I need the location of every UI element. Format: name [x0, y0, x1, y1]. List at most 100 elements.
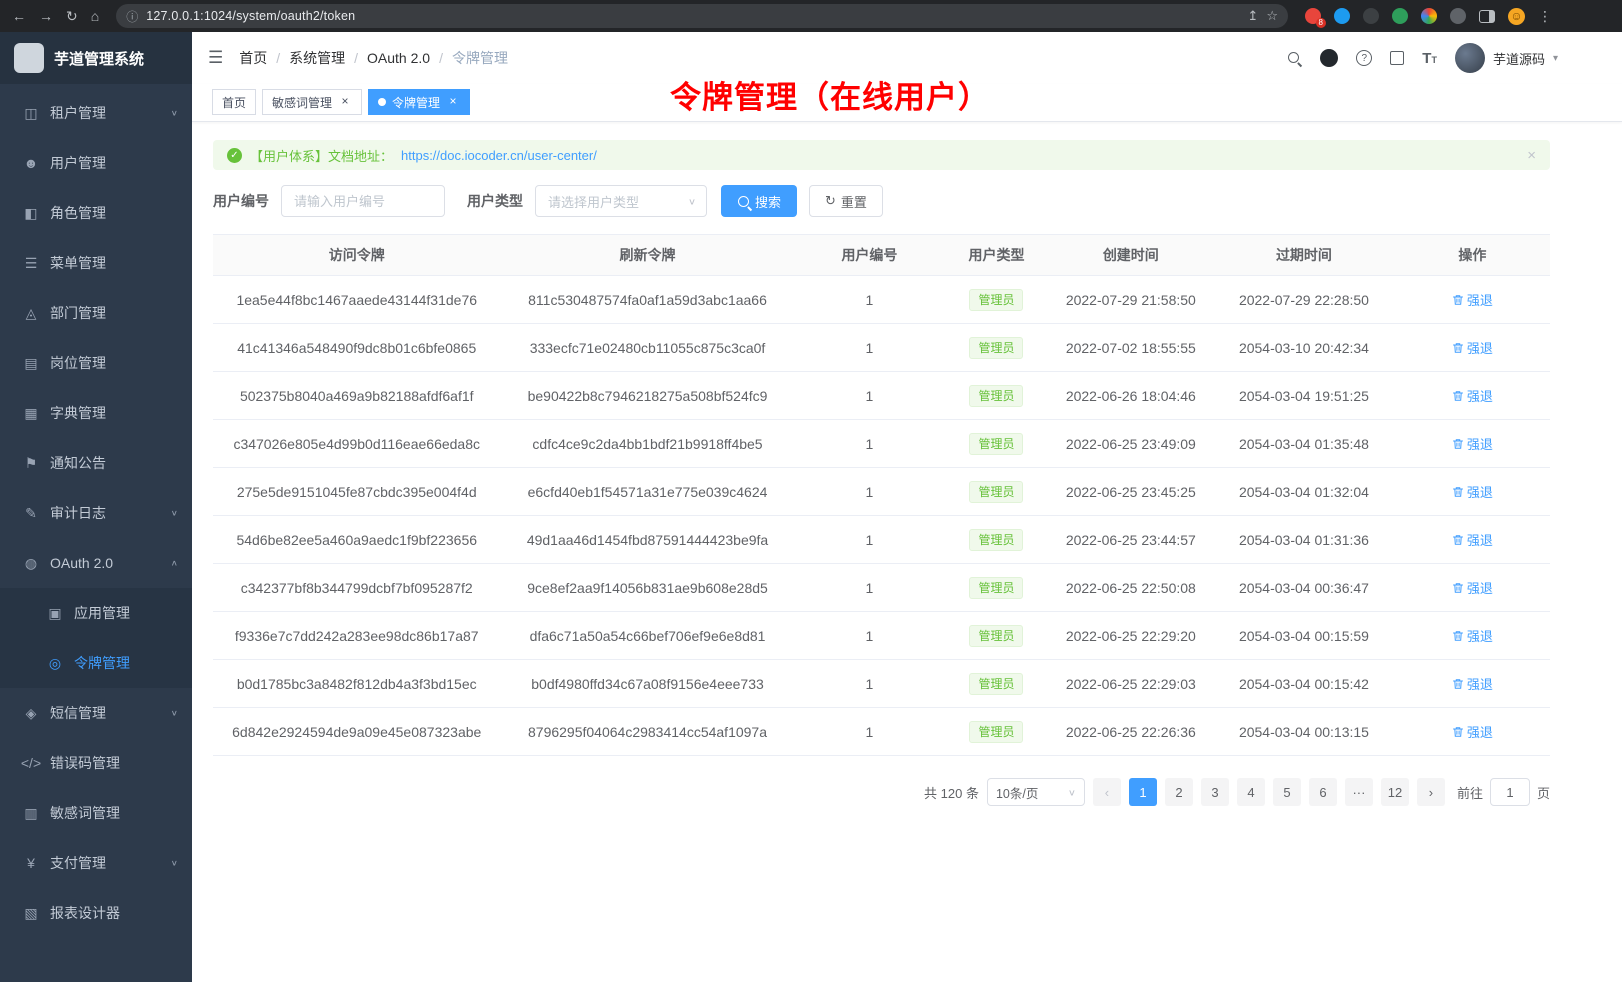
user-type-label: 用户类型 — [467, 191, 523, 211]
page-button[interactable]: 12 — [1381, 778, 1409, 806]
refresh-icon[interactable]: ↻ — [66, 9, 78, 23]
extension-icon-black[interactable] — [1363, 8, 1379, 24]
sidebar-item[interactable]: ◬ 部门管理 — [0, 288, 192, 338]
extension-icon-green[interactable] — [1392, 8, 1408, 24]
page-button[interactable]: ··· — [1345, 778, 1373, 806]
tab-close-icon[interactable]: × — [338, 95, 352, 109]
refresh-token-cell: e6cfd40eb1f54571a31e775e039c4624 — [500, 468, 794, 516]
page-button[interactable]: 6 — [1309, 778, 1337, 806]
user-avatar — [1455, 43, 1485, 73]
force-logout-button[interactable]: 强退 — [1452, 530, 1493, 549]
sidebar-item[interactable]: ▦ 字典管理 — [0, 388, 192, 438]
tenant-icon: ◫ — [20, 105, 42, 122]
doc-link[interactable]: https://doc.iocoder.cn/user-center/ — [401, 148, 597, 163]
app-logo[interactable]: 芋道管理系统 — [0, 32, 192, 84]
address-bar[interactable]: ⓘ 127.0.0.1:1024/system/oauth2/token ↥ ☆ — [116, 4, 1288, 28]
page-button[interactable]: 5 — [1273, 778, 1301, 806]
forward-icon[interactable]: → — [39, 9, 53, 23]
chevron-icon: ∧ — [171, 559, 178, 568]
error-code-icon: </> — [20, 755, 42, 771]
sidebar-item[interactable]: </> 错误码管理 — [0, 738, 192, 788]
sidebar-item[interactable]: ◫ 租户管理 ∨ — [0, 88, 192, 138]
extension-icon-red[interactable]: 8 — [1305, 8, 1321, 24]
sidebar-item[interactable]: ◧ 角色管理 — [0, 188, 192, 238]
search-button[interactable]: 搜索 — [721, 185, 797, 217]
page-button[interactable]: 2 — [1165, 778, 1193, 806]
browser-menu-icon[interactable]: ⋮ — [1538, 9, 1552, 23]
force-logout-button[interactable]: 强退 — [1452, 722, 1493, 741]
tab-label: 敏感词管理 — [272, 94, 332, 111]
role-icon: ◧ — [20, 205, 42, 222]
sidebar-item[interactable]: ⚑ 通知公告 — [0, 438, 192, 488]
home-icon[interactable]: ⌂ — [91, 9, 99, 23]
tab[interactable]: 敏感词管理 × — [262, 89, 362, 115]
chevron-icon: ∨ — [171, 109, 178, 118]
goto-page-input[interactable] — [1490, 778, 1530, 806]
page-button[interactable]: 1 — [1129, 778, 1157, 806]
created-time-cell: 2022-06-25 22:50:08 — [1049, 564, 1213, 612]
back-icon[interactable]: ← — [12, 9, 26, 23]
sidebar-item[interactable]: ▧ 报表设计器 — [0, 888, 192, 938]
force-logout-button[interactable]: 强退 — [1452, 482, 1493, 501]
force-logout-button[interactable]: 强退 — [1452, 578, 1493, 597]
breadcrumb-home[interactable]: 首页 — [239, 48, 267, 68]
force-logout-button[interactable]: 强退 — [1452, 386, 1493, 405]
reset-button[interactable]: ↻ 重置 — [809, 185, 883, 217]
action-cell: 强退 — [1395, 420, 1550, 468]
sidebar-item-label: 短信管理 — [50, 703, 171, 723]
extension-icon-colorful[interactable] — [1421, 8, 1437, 24]
user-type-cell: 管理员 — [944, 468, 1048, 516]
sidebar-item-label: 报表设计器 — [50, 903, 178, 923]
site-info-icon[interactable]: ⓘ — [126, 8, 138, 25]
fullscreen-icon[interactable] — [1390, 51, 1404, 65]
user-menu[interactable]: 芋道源码 ▾ — [1455, 43, 1558, 73]
hamburger-icon[interactable]: ☰ — [208, 48, 223, 68]
page-button[interactable]: 4 — [1237, 778, 1265, 806]
prev-page-button[interactable]: ‹ — [1093, 778, 1121, 806]
chevron-down-icon: ∨ — [1068, 787, 1076, 797]
sidebar-item[interactable]: ◈ 短信管理 ∨ — [0, 688, 192, 738]
sidebar-item[interactable]: ▥ 敏感词管理 — [0, 788, 192, 838]
force-logout-button[interactable]: 强退 — [1452, 674, 1493, 693]
page-size-select[interactable]: 10条/页 ∨ — [987, 778, 1085, 806]
sidebar-item-label: OAuth 2.0 — [50, 555, 171, 571]
user-id-input[interactable] — [281, 185, 445, 217]
search-icon[interactable] — [1287, 51, 1302, 66]
token-table: 访问令牌 刷新令牌 用户编号 用户类型 创建时间 过期时间 操作 — [213, 234, 1550, 756]
user-type-cell: 管理员 — [944, 564, 1048, 612]
sidebar-item[interactable]: ✎ 审计日志 ∨ — [0, 488, 192, 538]
bookmark-star-icon[interactable]: ☆ — [1266, 8, 1278, 24]
force-logout-button[interactable]: 强退 — [1452, 434, 1493, 453]
force-logout-button[interactable]: 强退 — [1452, 338, 1493, 357]
sidebar-item[interactable]: ◎ 令牌管理 — [0, 638, 192, 688]
alert-close-icon[interactable]: × — [1527, 147, 1536, 164]
next-page-button[interactable]: › — [1417, 778, 1445, 806]
user-type-tag: 管理员 — [969, 481, 1023, 503]
tab[interactable]: 令牌管理 × — [368, 89, 470, 115]
github-icon[interactable] — [1320, 49, 1338, 67]
sidebar-item[interactable]: ▣ 应用管理 — [0, 588, 192, 638]
breadcrumb-oauth[interactable]: OAuth 2.0 — [367, 50, 430, 66]
sidebar-item[interactable]: ☻ 用户管理 — [0, 138, 192, 188]
force-logout-button[interactable]: 强退 — [1452, 290, 1493, 309]
tab-close-icon[interactable]: × — [446, 95, 460, 109]
page-button[interactable]: 3 — [1201, 778, 1229, 806]
share-icon[interactable]: ↥ — [1247, 8, 1258, 24]
breadcrumb-system[interactable]: 系统管理 — [289, 48, 345, 68]
side-panel-icon[interactable] — [1479, 10, 1495, 23]
sidebar-item[interactable]: ◍ OAuth 2.0 ∧ — [0, 538, 192, 588]
user-type-select[interactable]: 请选择用户类型 ∨ — [535, 185, 707, 217]
user-id-cell: 1 — [795, 564, 945, 612]
extension-icon-gray[interactable] — [1450, 8, 1466, 24]
sidebar-item[interactable]: ¥ 支付管理 ∨ — [0, 838, 192, 888]
font-size-icon[interactable]: T — [1422, 50, 1437, 67]
sidebar-item[interactable]: ☰ 菜单管理 — [0, 238, 192, 288]
tab[interactable]: 首页 × — [212, 89, 256, 115]
browser-profile-avatar[interactable]: ☺ — [1508, 8, 1525, 25]
extension-icon-blue[interactable] — [1334, 8, 1350, 24]
sidebar-item[interactable]: ▤ 岗位管理 — [0, 338, 192, 388]
help-icon[interactable]: ? — [1356, 50, 1372, 66]
tab-active-dot — [378, 98, 386, 106]
sidebar-menu: ◫ 租户管理 ∨ ☻ 用户管理 ◧ 角色管理 ☰ — [0, 84, 192, 982]
force-logout-button[interactable]: 强退 — [1452, 626, 1493, 645]
